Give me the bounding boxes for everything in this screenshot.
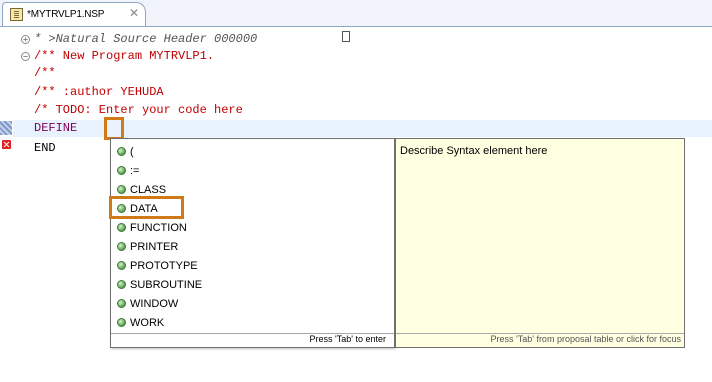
popup-status-bar: Press 'Tab' to enter [111,333,394,347]
proposal-item[interactable]: := [117,165,139,184]
proposal-icon [117,166,126,175]
editor-tab-title: *MYTRVLP1.NSP [27,9,105,20]
proposal-icon [117,299,126,308]
proposal-item[interactable]: SUBROUTINE [117,279,202,298]
expand-fold-icon[interactable]: + [21,35,30,44]
code-line-end[interactable]: END [34,140,56,157]
folded-content-box [342,31,350,42]
code-line-author[interactable]: /** :author YEHUDA [34,84,164,101]
error-icon[interactable] [2,140,11,149]
code-line-header[interactable]: * >Natural Source Header 000000 [34,31,257,48]
proposal-item[interactable]: PROTOTYPE [117,260,198,279]
code-line-doc-open[interactable]: /** [34,65,56,82]
proposal-icon [117,147,126,156]
syntax-description: Describe Syntax element here [400,145,548,157]
editor-tab-bar: *MYTRVLP1.NSP ✕ [0,0,712,27]
data-item-highlight [109,196,184,219]
content-assist-popup[interactable]: ( := CLASS DATA FUNCTION PRINTER PROTOTY… [110,138,395,348]
proposal-icon [117,242,126,251]
code-line-define[interactable]: DEFINE [34,120,77,137]
proposal-icon [117,318,126,327]
syntax-info-panel[interactable]: Describe Syntax element here Press 'Tab'… [395,138,685,348]
proposal-item[interactable]: FUNCTION [117,222,187,241]
collapse-fold-icon[interactable]: − [21,52,30,61]
cursor-highlight [104,117,124,140]
file-icon [10,8,23,21]
proposal-item[interactable]: PRINTER [117,241,178,260]
proposal-icon [117,261,126,270]
code-line-new-program[interactable]: /** New Program MYTRVLP1. [34,48,214,65]
proposal-icon [117,223,126,232]
current-line-gutter-marker [0,121,12,135]
proposal-item[interactable]: ( [117,146,134,165]
proposal-icon [117,280,126,289]
info-panel-footer-text: Press 'Tab' from proposal table or click… [490,334,681,344]
info-panel-footer: Press 'Tab' from proposal table or click… [396,333,684,347]
proposal-icon [117,185,126,194]
editor-tab[interactable]: *MYTRVLP1.NSP ✕ [2,2,146,26]
popup-status-text: Press 'Tab' to enter [309,334,386,344]
close-icon[interactable]: ✕ [129,6,139,20]
proposal-item[interactable]: WINDOW [117,298,178,317]
code-line-todo[interactable]: /* TODO: Enter your code here [34,102,243,119]
